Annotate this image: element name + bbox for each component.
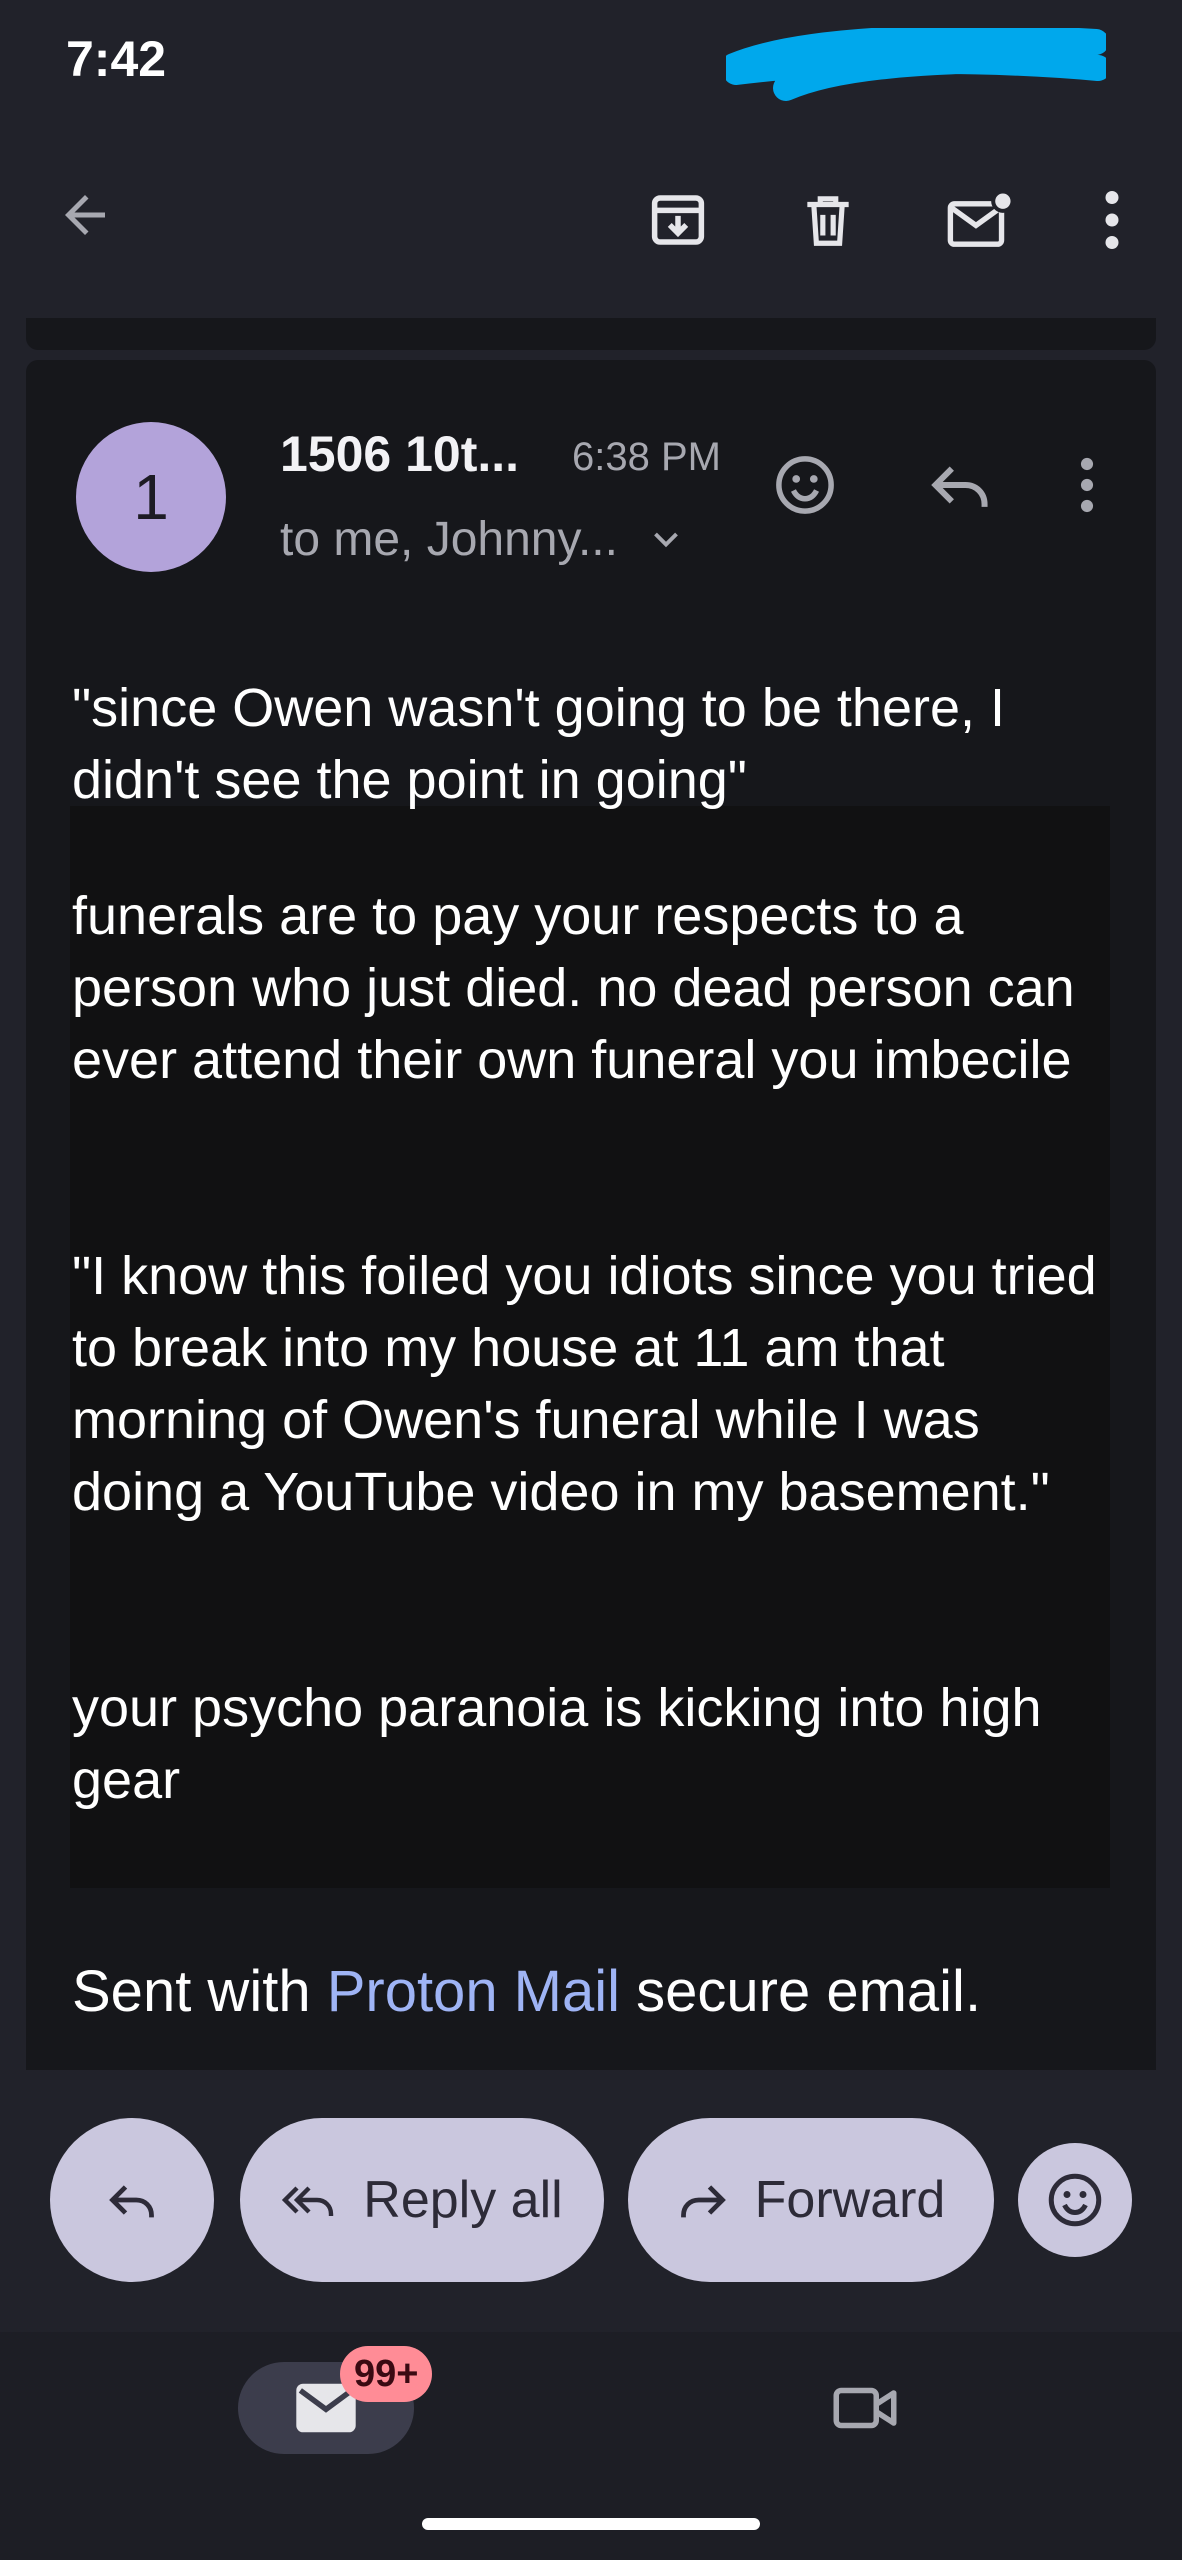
forward-icon [680, 2185, 726, 2218]
reply-icon [109, 2185, 154, 2218]
body-paragraph: your psycho paranoia is kicking into hig… [72, 1678, 1042, 1810]
reply-all-button[interactable]: Reply all [240, 2118, 604, 2282]
recipients-text: to me, Johnny... [280, 513, 618, 566]
delete-button[interactable] [780, 175, 876, 265]
signature-prefix: Sent with [72, 1959, 327, 2024]
status-time: 7:42 [66, 31, 167, 87]
avatar[interactable]: 1 [76, 422, 226, 572]
chevron-down-icon [654, 532, 678, 547]
emoji-icon [776, 456, 834, 514]
mark-unread-button[interactable] [930, 175, 1030, 265]
body-paragraph: "I know this foiled you idiots since you… [72, 1246, 1097, 1522]
back-button[interactable] [40, 170, 130, 260]
body-paragraph: "since Owen wasn't going to be there, I … [72, 678, 1006, 810]
more-vert-icon [1080, 457, 1094, 513]
proton-mail-link[interactable]: Proton Mail [327, 1959, 620, 2024]
video-camera-icon [833, 2387, 897, 2429]
message-time: 6:38 PM [572, 435, 721, 479]
reply-all-label: Reply all [363, 2171, 563, 2229]
mark-unread-icon [947, 189, 1015, 247]
more-vert-icon [1105, 191, 1119, 249]
forward-button[interactable]: Forward [628, 2118, 994, 2282]
redaction-scribble [726, 28, 1106, 101]
archive-icon [651, 195, 705, 245]
more-options-button[interactable] [1070, 175, 1154, 265]
nav-meet-tab[interactable] [810, 2362, 920, 2454]
message-more-button[interactable] [1045, 440, 1129, 530]
sender-name: 1506 10t... [280, 426, 520, 482]
archive-button[interactable] [630, 175, 726, 265]
previous-message-card[interactable] [26, 318, 1156, 350]
delete-icon [807, 196, 849, 246]
reply-icon [931, 466, 988, 507]
arrow-back-icon [65, 195, 105, 235]
forward-label: Forward [754, 2171, 946, 2229]
react-emoji-button[interactable] [1018, 2143, 1132, 2257]
body-paragraph: funerals are to pay your respects to a p… [72, 886, 1075, 1090]
signature-suffix: secure email. [620, 1959, 982, 2024]
reply-button[interactable] [910, 440, 1010, 530]
reply-all-icon [282, 2186, 334, 2216]
unread-count-badge: 99+ [340, 2346, 433, 2402]
home-indicator[interactable] [422, 2518, 760, 2530]
recipients-toggle[interactable]: to me, Johnny... [280, 512, 684, 567]
emoji-icon [1048, 2173, 1102, 2227]
add-reaction-button[interactable] [760, 440, 850, 530]
signature: Sent with Proton Mail secure email. [72, 1958, 981, 2025]
reply-pill-button[interactable] [50, 2118, 214, 2282]
